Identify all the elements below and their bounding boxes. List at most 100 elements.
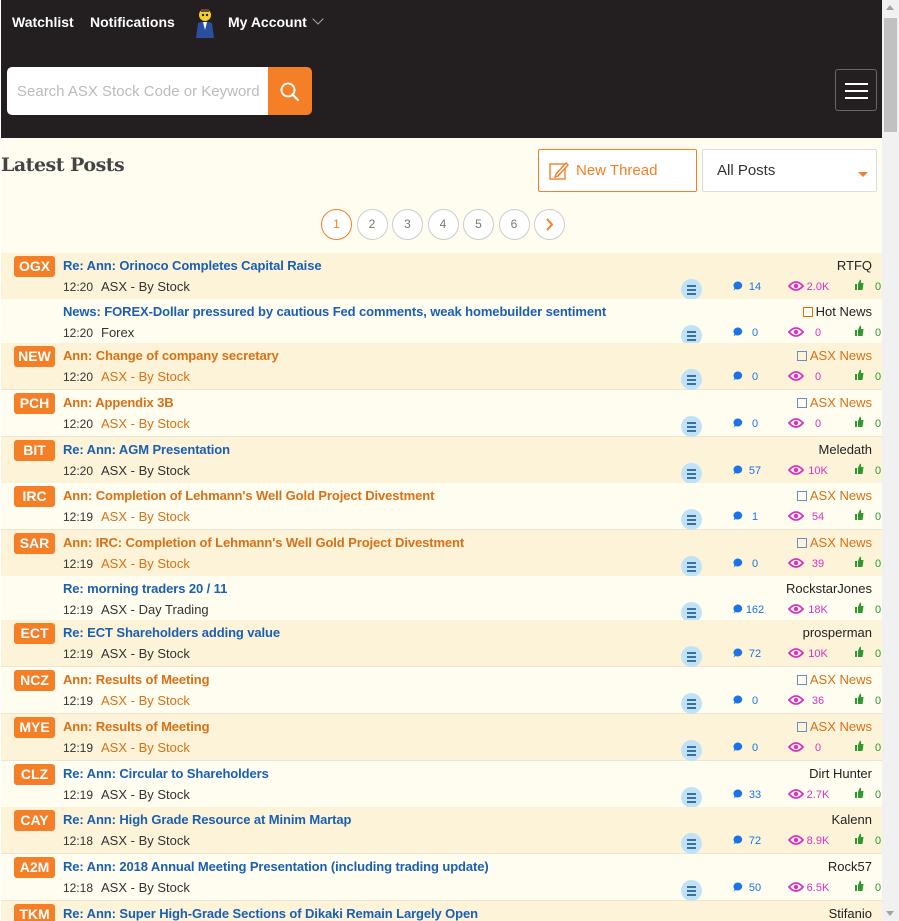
search-input[interactable] <box>7 67 268 115</box>
scrollbar-thumb[interactable] <box>884 18 897 132</box>
forum-link[interactable]: ASX - By Stock <box>101 646 190 661</box>
post-title-link[interactable]: Ann: Results of Meeting <box>63 672 210 687</box>
forum-link[interactable]: ASX - By Stock <box>101 787 190 802</box>
stock-code-badge[interactable]: MYE <box>14 717 55 738</box>
scrollbar[interactable] <box>882 0 899 921</box>
search-button[interactable] <box>268 67 312 115</box>
thumbs-up-icon[interactable] <box>854 279 864 291</box>
forum-link[interactable]: Forex <box>101 325 134 340</box>
post-title-link[interactable]: Ann: IRC: Completion of Lehmann's Well G… <box>63 535 464 550</box>
nav-my-account[interactable]: My Account <box>228 14 307 30</box>
stock-code-badge[interactable]: SAR <box>14 533 55 554</box>
forum-link[interactable]: ASX - By Stock <box>101 880 190 895</box>
thumbs-up-icon[interactable] <box>854 463 864 475</box>
post-menu-icon[interactable] <box>681 416 702 437</box>
thumbs-up-icon[interactable] <box>854 833 864 845</box>
next-page-button[interactable] <box>534 209 565 240</box>
thumbs-up-icon[interactable] <box>854 602 864 614</box>
post-title-link[interactable]: Ann: Results of Meeting <box>63 719 210 734</box>
author-name[interactable]: ASX News <box>810 488 872 503</box>
stock-code-badge[interactable]: ECT <box>14 623 55 644</box>
post-row[interactable]: PCH Ann: Appendix 3B 12:20 ASX - By Stock 0 0… <box>1 390 882 437</box>
post-author[interactable]: Stifanio <box>829 906 872 921</box>
author-name[interactable]: ASX News <box>810 672 872 687</box>
post-author[interactable]: ASX News <box>796 535 872 550</box>
post-title-link[interactable]: Re: Ann: Orinoco Completes Capital Raise <box>63 258 322 273</box>
post-author[interactable]: ASX News <box>796 672 872 687</box>
post-menu-icon[interactable] <box>681 463 702 484</box>
hamburger-menu-button[interactable] <box>835 69 877 111</box>
stock-code-badge[interactable]: A2M <box>14 857 55 878</box>
forum-link[interactable]: ASX - By Stock <box>101 556 190 571</box>
forum-link[interactable]: ASX - By Stock <box>101 740 190 755</box>
page-4-button[interactable]: 4 <box>427 209 459 240</box>
nav-notifications[interactable]: Notifications <box>90 14 175 30</box>
post-title-link[interactable]: Re: Ann: Circular to Shareholders <box>63 766 269 781</box>
post-row[interactable]: CAY Re: Ann: High Grade Resource at Minim… <box>1 807 882 854</box>
scroll-down-icon[interactable] <box>886 911 894 916</box>
post-author[interactable]: ASX News <box>796 348 872 363</box>
author-name[interactable]: RockstarJones <box>786 581 872 596</box>
post-menu-icon[interactable] <box>681 787 702 808</box>
post-row[interactable]: SAR Ann: IRC: Completion of Lehmann's Wel… <box>1 530 882 577</box>
post-menu-icon[interactable] <box>681 509 702 530</box>
post-row[interactable]: BIT Re: Ann: AGM Presentation 12:20 ASX - B… <box>1 437 882 484</box>
author-name[interactable]: Hot News <box>816 304 872 319</box>
author-name[interactable]: prosperman <box>803 625 872 640</box>
page-3-button[interactable]: 3 <box>392 209 423 240</box>
author-name[interactable]: Rock57 <box>828 859 872 874</box>
post-author[interactable]: Dirt Hunter <box>809 766 872 781</box>
post-row[interactable]: News: FOREX-Dollar pressured by cautious… <box>1 299 882 346</box>
stock-code-badge[interactable]: PCH <box>14 393 55 414</box>
stock-code-badge[interactable]: OGX <box>14 256 55 277</box>
stock-code-badge[interactable]: CAY <box>14 810 55 831</box>
chevron-down-icon[interactable] <box>312 13 324 25</box>
forum-link[interactable]: ASX - By Stock <box>101 509 190 524</box>
thumbs-up-icon[interactable] <box>854 880 864 892</box>
post-row[interactable]: A2M Re: Ann: 2018 Annual Meeting Presenta… <box>1 854 882 901</box>
post-row[interactable]: NEW Ann: Change of company secretary 12:20… <box>1 343 882 390</box>
forum-link[interactable]: ASX - Day Trading <box>101 602 209 617</box>
post-menu-icon[interactable] <box>681 646 702 667</box>
author-name[interactable]: Stifanio <box>829 906 872 921</box>
post-row[interactable]: ECT Re: ECT Shareholders adding value 12:1… <box>1 620 882 667</box>
stock-code-badge[interactable]: TKM <box>14 904 55 921</box>
post-menu-icon[interactable] <box>681 880 702 901</box>
post-author[interactable]: Meledath <box>819 442 872 457</box>
forum-link[interactable]: ASX - By Stock <box>101 369 190 384</box>
post-author[interactable]: Hot News <box>802 304 872 319</box>
post-author[interactable]: ASX News <box>796 719 872 734</box>
thumbs-up-icon[interactable] <box>854 646 864 658</box>
post-author[interactable]: Rock57 <box>828 859 872 874</box>
stock-code-badge[interactable]: BIT <box>14 440 55 461</box>
forum-link[interactable]: ASX - By Stock <box>101 463 190 478</box>
post-author[interactable]: RockstarJones <box>786 581 872 596</box>
thumbs-up-icon[interactable] <box>854 416 864 428</box>
post-menu-icon[interactable] <box>681 556 702 577</box>
author-name[interactable]: ASX News <box>810 719 872 734</box>
avatar[interactable] <box>192 8 218 38</box>
post-row[interactable]: NCZ Ann: Results of Meeting 12:19 ASX - By … <box>1 667 882 714</box>
post-row[interactable]: OGX Re: Ann: Orinoco Completes Capital Ra… <box>1 253 882 300</box>
post-title-link[interactable]: Re: Ann: Super High-Grade Sections of Di… <box>63 906 478 921</box>
page-6-button[interactable]: 6 <box>498 209 530 240</box>
post-title-link[interactable]: Re: morning traders 20 / 11 <box>63 581 227 596</box>
thumbs-up-icon[interactable] <box>854 693 864 705</box>
forum-link[interactable]: ASX - By Stock <box>101 833 190 848</box>
post-menu-icon[interactable] <box>681 693 702 714</box>
post-menu-icon[interactable] <box>681 369 702 390</box>
post-title-link[interactable]: Re: ECT Shareholders adding value <box>63 625 280 640</box>
post-title-link[interactable]: Re: Ann: AGM Presentation <box>63 442 230 457</box>
post-row[interactable]: TKM Re: Ann: Super High-Grade Sections of… <box>1 901 882 921</box>
thumbs-up-icon[interactable] <box>854 556 864 568</box>
post-menu-icon[interactable] <box>681 833 702 854</box>
nav-watchlist[interactable]: Watchlist <box>12 14 74 30</box>
thumbs-up-icon[interactable] <box>854 325 864 337</box>
post-title-link[interactable]: Ann: Appendix 3B <box>63 395 174 410</box>
post-title-link[interactable]: Ann: Completion of Lehmann's Well Gold P… <box>63 488 434 503</box>
post-row[interactable]: MYE Ann: Results of Meeting 12:19 ASX - By … <box>1 714 882 761</box>
forum-link[interactable]: ASX - By Stock <box>101 416 190 431</box>
post-title-link[interactable]: News: FOREX-Dollar pressured by cautious… <box>63 304 606 319</box>
page-5-button[interactable]: 5 <box>463 209 494 240</box>
scroll-up-icon[interactable] <box>886 5 894 10</box>
